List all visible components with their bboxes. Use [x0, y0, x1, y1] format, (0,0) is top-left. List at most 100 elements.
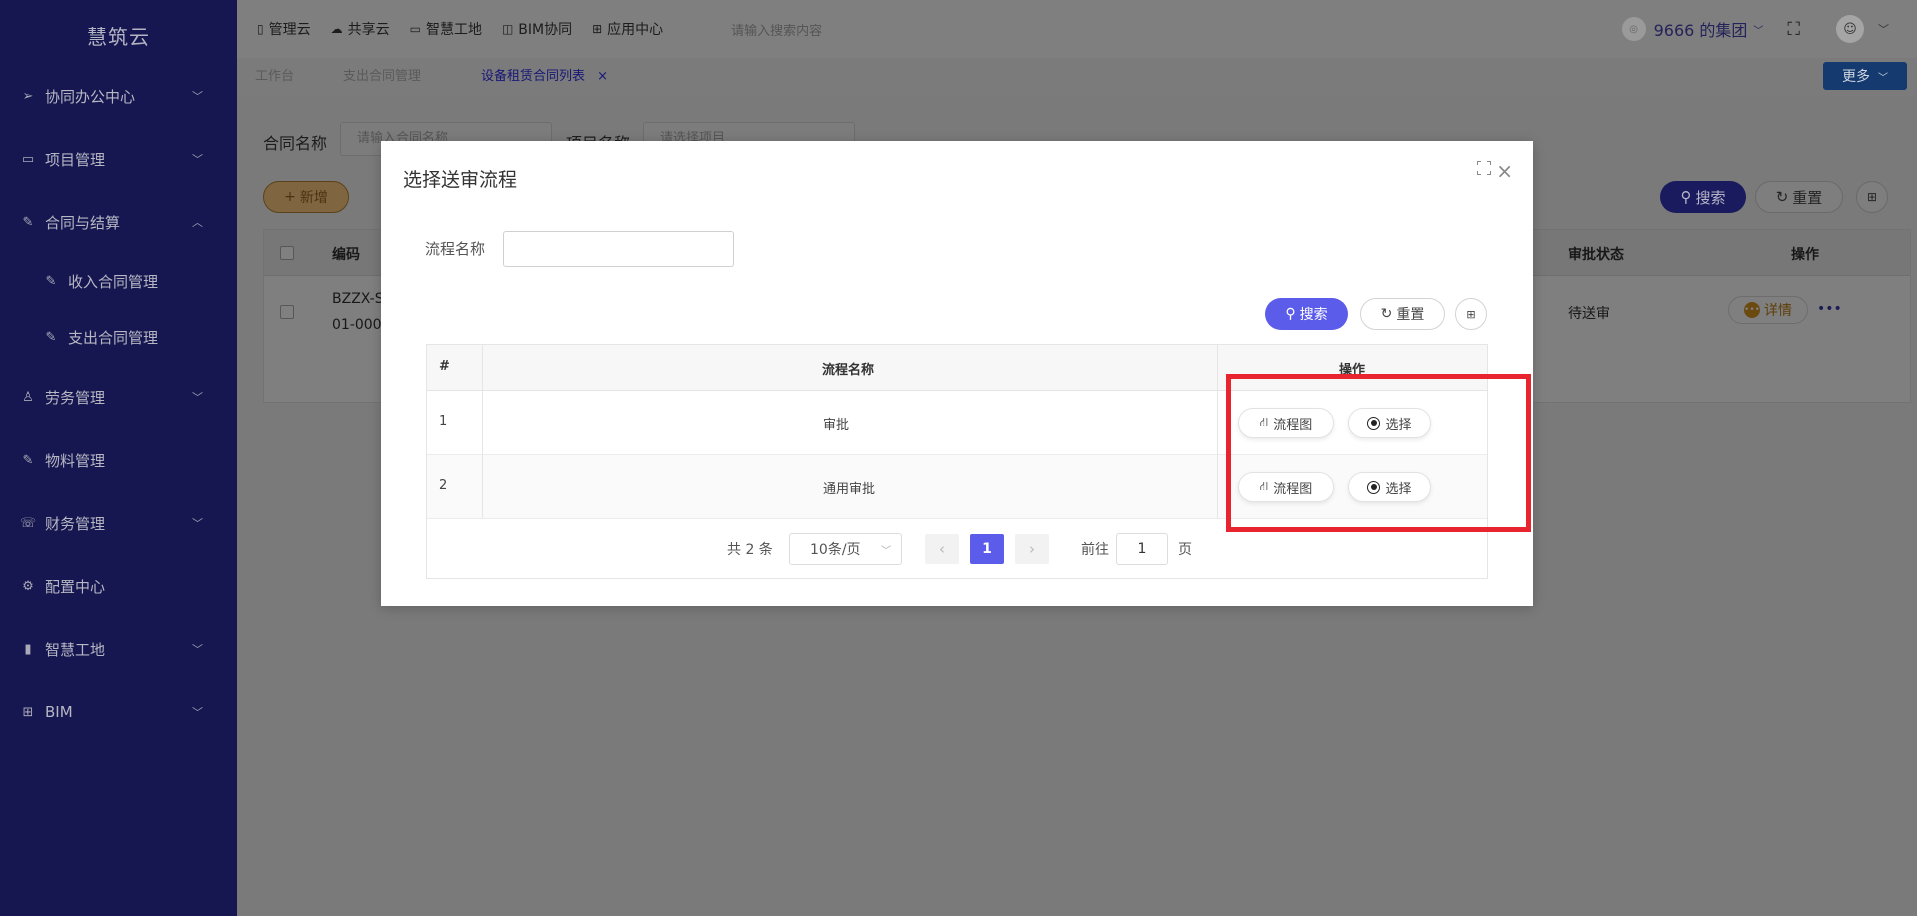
grid-icon: ⊞: [22, 704, 34, 720]
more-button[interactable]: 更多 ﹀: [1823, 62, 1907, 90]
row-code-line1: BZZX-S: [332, 291, 384, 307]
row-flow-name: 通用审批: [823, 482, 876, 497]
header-code: 编码: [332, 247, 360, 263]
detail-button[interactable]: ••• 详情: [1728, 296, 1808, 324]
chevron-up-icon: ︿: [192, 216, 203, 229]
org-badge-icon: ◎: [1621, 17, 1646, 41]
chevron-down-icon: ﹀: [1753, 25, 1764, 37]
close-icon[interactable]: ×: [1496, 159, 1513, 183]
row-approval-status: 待送审: [1568, 306, 1610, 322]
cloud-icon: ☁: [330, 22, 343, 36]
tab-equipment-lease-list[interactable]: 设备租赁合同列表 ×: [481, 58, 608, 96]
column-settings-button[interactable]: ⊞: [1856, 181, 1888, 213]
prev-page-button[interactable]: ‹: [925, 534, 959, 564]
search-icon: ⚲: [1680, 188, 1692, 206]
row-flow-name: 审批: [823, 418, 850, 433]
top-nav-smart-site[interactable]: ▭ 智慧工地: [410, 19, 482, 39]
column-divider: [1217, 345, 1218, 518]
highlight-box: [1226, 374, 1531, 532]
app-logo: 慧筑云: [87, 24, 150, 49]
header-actions: 操作: [1791, 247, 1819, 263]
more-dots-icon: •••: [1744, 302, 1760, 318]
chevron-down-icon: ﹀: [192, 391, 203, 404]
top-nav-label: 应用中心: [607, 22, 664, 38]
add-button[interactable]: + 新增: [263, 181, 349, 213]
sidebar-item-smart-site[interactable]: ▮ 智慧工地 ﹀: [0, 629, 237, 669]
page-size-select[interactable]: 10条/页 ﹀: [789, 533, 902, 565]
sidebar-item-label: BIM: [45, 703, 73, 721]
sidebar-item-label: 项目管理: [45, 150, 106, 169]
pagination-total: 共 2 条: [727, 542, 773, 558]
top-nav-label: BIM协同: [518, 22, 573, 38]
dialog-reset-button[interactable]: ↻ 重置: [1360, 298, 1445, 330]
edit-doc-icon: ✎: [22, 452, 34, 468]
chevron-down-icon: ﹀: [881, 545, 891, 557]
fullscreen-icon[interactable]: ⛶: [1787, 19, 1800, 40]
header-index: #: [439, 359, 450, 374]
top-nav-app-center[interactable]: ⊞ 应用中心: [592, 19, 663, 39]
tab-label: 设备租赁合同列表: [481, 69, 586, 84]
edit-doc-icon: ✎: [45, 273, 57, 289]
next-page-button[interactable]: ›: [1015, 534, 1049, 564]
top-nav-shared-cloud[interactable]: ☁ 共享云: [331, 19, 390, 39]
sidebar-item-label: 收入合同管理: [68, 272, 159, 291]
sidebar-item-labor[interactable]: ♙ 劳务管理 ﹀: [0, 377, 237, 417]
chevron-down-icon: ﹀: [1878, 72, 1888, 84]
doc-icon: ▯: [257, 22, 264, 36]
dialog-column-settings-button[interactable]: ⊞: [1455, 298, 1487, 330]
global-search-input[interactable]: 请输入搜索内容: [731, 20, 822, 39]
top-nav-bim[interactable]: ◫ BIM协同: [502, 19, 572, 39]
tab-expense-contract[interactable]: 支出合同管理: [343, 58, 421, 96]
sidebar-item-collab-office[interactable]: ➢ 协同办公中心 ﹀: [0, 76, 237, 116]
sidebar-item-finance[interactable]: ☏ 财务管理 ﹀: [0, 503, 237, 543]
page-suffix-label: 页: [1178, 542, 1192, 558]
reset-label: 重置: [1396, 307, 1425, 323]
apps-icon: ⊞: [592, 22, 603, 36]
sidebar-item-contract[interactable]: ✎ 合同与结算 ︿: [0, 202, 237, 242]
row-checkbox[interactable]: [280, 305, 294, 319]
sidebar-item-label: 支出合同管理: [68, 328, 159, 347]
chevron-down-icon: ﹀: [192, 153, 203, 166]
search-label: 搜索: [1299, 307, 1328, 323]
chevron-down-icon: ﹀: [192, 517, 203, 530]
row-index: 2: [439, 478, 448, 493]
dialog-search-button[interactable]: ⚲ 搜索: [1265, 298, 1348, 330]
flow-name-input[interactable]: [503, 231, 734, 267]
plus-icon: +: [284, 189, 296, 205]
org-switcher[interactable]: ◎ 9666 的集团 ﹀: [1621, 17, 1764, 41]
bar-chart-icon: ▮: [24, 641, 32, 657]
gear-icon: ⚙: [22, 578, 34, 594]
refresh-icon: ↻: [1775, 188, 1789, 206]
sidebar-item-expense-contract[interactable]: ✎ 支出合同管理: [0, 317, 237, 357]
maximize-icon[interactable]: [1477, 161, 1491, 175]
avatar[interactable]: ☺: [1836, 15, 1864, 43]
sidebar-item-material[interactable]: ✎ 物料管理: [0, 440, 237, 480]
top-nav-label: 共享云: [347, 22, 390, 38]
top-nav-management-cloud[interactable]: ▯ 管理云: [257, 19, 311, 39]
detail-label: 详情: [1764, 303, 1792, 319]
sidebar-item-project[interactable]: ▭ 项目管理 ﹀: [0, 139, 237, 179]
search-button[interactable]: ⚲ 搜索: [1660, 181, 1746, 213]
chevron-down-icon[interactable]: ﹀: [1878, 21, 1889, 37]
sidebar-item-label: 物料管理: [45, 451, 106, 470]
reset-label: 重置: [1792, 188, 1823, 207]
topbar-right: ◎ 9666 的集团 ﹀ ⛶ ☺ ﹀: [1621, 0, 1917, 58]
grid-icon: ⊞: [1866, 190, 1878, 204]
header-flow-name: 流程名称: [822, 363, 875, 378]
page-number-current[interactable]: 1: [970, 534, 1004, 564]
select-all-checkbox[interactable]: [280, 246, 294, 260]
tab-close-icon[interactable]: ×: [597, 69, 608, 84]
people-icon: ♙: [22, 389, 34, 405]
sidebar-item-label: 协同办公中心: [45, 87, 136, 106]
sidebar-item-income-contract[interactable]: ✎ 收入合同管理: [0, 261, 237, 301]
tab-workbench[interactable]: 工作台: [255, 58, 294, 96]
edit-doc-icon: ✎: [45, 329, 57, 345]
monitor-icon: ▭: [409, 22, 421, 36]
goto-page-input[interactable]: 1: [1116, 533, 1168, 565]
reset-button[interactable]: ↻ 重置: [1755, 181, 1843, 213]
page-size-value: 10条/页: [810, 542, 861, 558]
sidebar-item-config[interactable]: ⚙ 配置中心: [0, 566, 237, 606]
row-more-button[interactable]: •••: [1817, 301, 1842, 317]
sidebar-item-bim[interactable]: ⊞ BIM ﹀: [0, 692, 237, 732]
top-nav-label: 管理云: [268, 22, 311, 38]
